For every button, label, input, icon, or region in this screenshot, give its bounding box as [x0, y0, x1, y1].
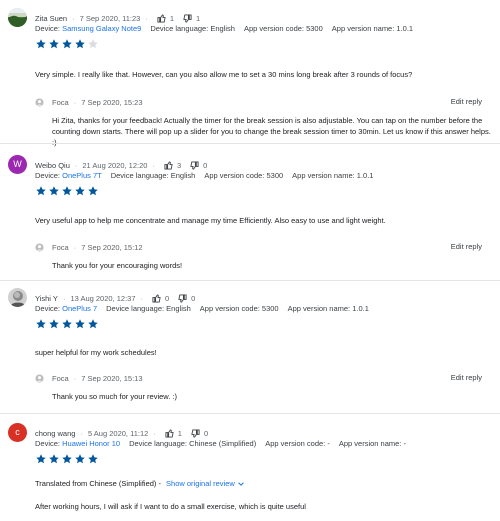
review-item: c chong wang · 5 Aug 2020, 11:12 · 1 0 D… [0, 423, 500, 521]
translation-notice: Translated from Chinese (Simplified) - S… [35, 479, 245, 488]
star-filled-icon [88, 454, 98, 464]
star-filled-icon [36, 39, 46, 49]
star-filled-icon [62, 454, 72, 464]
star-filled-icon [36, 186, 46, 196]
device-link[interactable]: Samsung Galaxy Note9 [62, 24, 141, 33]
show-original-review-link[interactable]: Show original review [166, 479, 245, 488]
star-filled-icon [49, 186, 59, 196]
reply-author: Foca [52, 242, 69, 252]
review-text: Very simple. I really like that. However… [35, 70, 413, 79]
star-filled-icon [49, 319, 59, 329]
thumbs-down-count: 0 [178, 294, 195, 303]
review-author: Weibo Qiu [35, 160, 70, 170]
avatar [8, 8, 27, 27]
star-filled-icon [49, 454, 59, 464]
star-filled-icon [88, 319, 98, 329]
developer-reply: Foca · 7 Sep 2020, 15:23 Edit reply Hi Z… [35, 96, 491, 147]
review-date: 7 Sep 2020, 11:23 [79, 13, 141, 23]
reply-text: Thank you for your encouraging words! [52, 261, 183, 270]
thumbs-down-icon [191, 428, 200, 438]
star-filled-icon [36, 319, 46, 329]
review-author: chong wang [35, 428, 76, 438]
reply-date: 7 Sep 2020, 15:23 [81, 97, 143, 107]
review-item: Zita Suen · 7 Sep 2020, 11:23 · 1 1 Devi… [0, 8, 500, 147]
thumbs-up-icon [157, 13, 166, 23]
thumbs-down-count: 0 [190, 161, 207, 170]
review-date: 5 Aug 2020, 11:12 [87, 428, 149, 438]
edit-reply-button[interactable]: Edit reply [451, 96, 482, 108]
star-filled-icon [88, 186, 98, 196]
review-text: super helpful for my work schedules! [35, 348, 157, 357]
reply-author: Foca [52, 373, 69, 383]
edit-reply-button[interactable]: Edit reply [451, 372, 482, 384]
device-link[interactable]: Huawei Honor 10 [62, 439, 120, 448]
thumbs-down-icon [178, 293, 187, 303]
thumbs-down-count: 0 [191, 429, 208, 438]
thumbs-down-icon [190, 160, 199, 170]
device-info: Device: Huawei Honor 10 Device language:… [35, 439, 406, 448]
star-filled-icon [75, 454, 85, 464]
review-date: 21 Aug 2020, 12:20 [82, 160, 148, 170]
thumbs-up-count: 1 [165, 429, 182, 438]
star-filled-icon [49, 39, 59, 49]
thumbs-down-count: 1 [183, 14, 200, 23]
thumbs-up-icon [152, 293, 161, 303]
divider [0, 413, 500, 414]
review-author: Zita Suen [35, 13, 68, 23]
device-link[interactable]: OnePlus 7T [62, 171, 102, 180]
star-rating [35, 38, 100, 50]
thumbs-up-count: 1 [157, 14, 174, 23]
review-text: Very useful app to help me concentrate a… [35, 216, 386, 225]
device-info: Device: Samsung Galaxy Note9 Device lang… [35, 24, 414, 33]
star-rating [35, 318, 100, 330]
device-link[interactable]: OnePlus 7 [62, 304, 97, 313]
developer-reply: Foca · 7 Sep 2020, 15:13 Edit reply Than… [35, 372, 490, 402]
star-rating [35, 185, 100, 197]
reply-date: 7 Sep 2020, 15:12 [81, 242, 143, 252]
device-info: Device: OnePlus 7 Device language: Engli… [35, 304, 369, 313]
reply-icon [35, 373, 44, 383]
avatar: c [8, 423, 27, 442]
avatar [8, 288, 27, 307]
chevron-down-icon [238, 481, 244, 486]
review-item: Yishi Y · 13 Aug 2020, 12:37 · 0 0 Devic… [0, 288, 500, 405]
star-filled-icon [75, 186, 85, 196]
review-date: 13 Aug 2020, 12:37 [70, 293, 136, 303]
review-author: Yishi Y [35, 293, 58, 303]
review-item: W Weibo Qiu · 21 Aug 2020, 12:20 · 3 0 D… [0, 155, 500, 280]
star-filled-icon [36, 454, 46, 464]
star-filled-icon [62, 186, 72, 196]
reply-author: Foca [52, 97, 69, 107]
reply-icon [35, 242, 44, 252]
star-filled-icon [75, 319, 85, 329]
thumbs-up-count: 0 [152, 294, 169, 303]
reply-text: Thank you so much for your review. :) [52, 392, 178, 401]
divider [0, 143, 500, 144]
developer-reply: Foca · 7 Sep 2020, 15:12 Edit reply Than… [35, 241, 490, 271]
star-rating [35, 453, 100, 465]
star-filled-icon [62, 319, 72, 329]
thumbs-down-icon [183, 13, 192, 23]
edit-reply-button[interactable]: Edit reply [451, 241, 482, 253]
star-filled-icon [75, 39, 85, 49]
reply-icon [35, 97, 44, 107]
divider [0, 280, 500, 281]
star-filled-icon [62, 39, 72, 49]
thumbs-up-count: 3 [164, 161, 181, 170]
thumbs-up-icon [165, 428, 174, 438]
reply-date: 7 Sep 2020, 15:13 [81, 373, 143, 383]
thumbs-up-icon [164, 160, 173, 170]
avatar: W [8, 155, 27, 174]
device-info: Device: OnePlus 7T Device language: Engl… [35, 171, 374, 180]
review-text: After working hours, I will ask if I wan… [35, 502, 306, 511]
star-empty-icon [88, 39, 98, 49]
